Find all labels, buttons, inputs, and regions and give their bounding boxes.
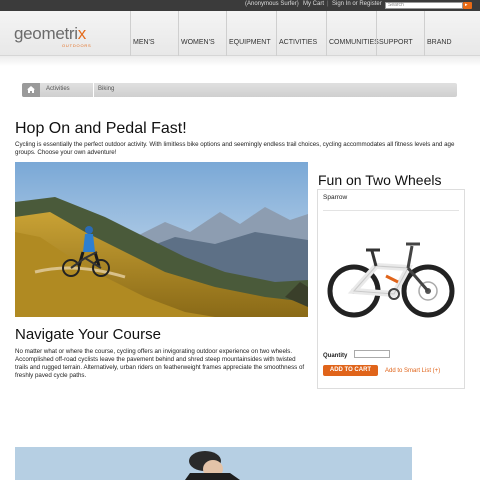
nav-brand[interactable]: BRAND [424,11,480,56]
home-icon [27,86,35,93]
user-status: (Anonymous Surfer) [245,1,299,7]
nav-womens[interactable]: WOMEN'S [178,11,226,56]
logo-x: x [77,24,87,43]
search-button[interactable]: ▸ [463,2,472,9]
add-to-smart-list-link[interactable]: Add to Smart List (+) [385,368,440,374]
site-logo[interactable]: geometrix OUTDOORS [14,24,91,48]
bike-icon [327,242,455,318]
bottom-banner-image [15,447,412,480]
logo-tagline: OUTDOORS [62,43,92,48]
product-name[interactable]: Sparrow [323,194,347,201]
separator: | [327,1,329,7]
logo-word: geometri [14,24,78,43]
header-shadow [0,56,480,66]
page-title: Hop On and Pedal Fast! [15,120,187,137]
section-text: No matter what or where the course, cycl… [15,348,305,379]
product-card: Sparrow Quantity ADD TO CART Add to Smar… [317,189,465,389]
search-input[interactable]: Search [385,2,463,9]
breadcrumb: Activities Biking [22,83,457,97]
utility-bar: (Anonymous Surfer) | My Cart | Sign In o… [0,0,480,11]
site-header: geometrix OUTDOORS MEN'S WOMEN'S EQUIPME… [0,11,480,56]
section-title: Navigate Your Course [15,326,161,343]
divider [323,210,459,211]
add-to-cart-button[interactable]: ADD TO CART [323,365,378,376]
separator: | [297,1,299,7]
breadcrumb-activities[interactable]: Activities [46,86,70,92]
nav-equipment[interactable]: EQUIPMENT [226,11,276,56]
sign-in-link[interactable]: Sign In or Register [332,1,382,7]
product-image[interactable] [326,226,456,331]
search-go-icon: ▸ [465,2,468,8]
hero-image [15,162,308,317]
my-cart-link[interactable]: My Cart [303,1,324,7]
intro-text: Cycling is essentially the perfect outdo… [15,141,455,156]
nav-activities[interactable]: ACTIVITIES [276,11,326,56]
home-button[interactable] [22,83,40,97]
breadcrumb-biking: Biking [98,86,115,92]
quantity-input[interactable] [354,350,390,358]
nav-support[interactable]: SUPPORT [376,11,424,56]
nav-communities[interactable]: COMMUNITIES [326,11,379,56]
breadcrumb-divider [93,83,94,97]
side-title: Fun on Two Wheels [318,172,442,188]
quantity-label: Quantity [323,353,348,359]
nav-mens[interactable]: MEN'S [130,11,178,56]
